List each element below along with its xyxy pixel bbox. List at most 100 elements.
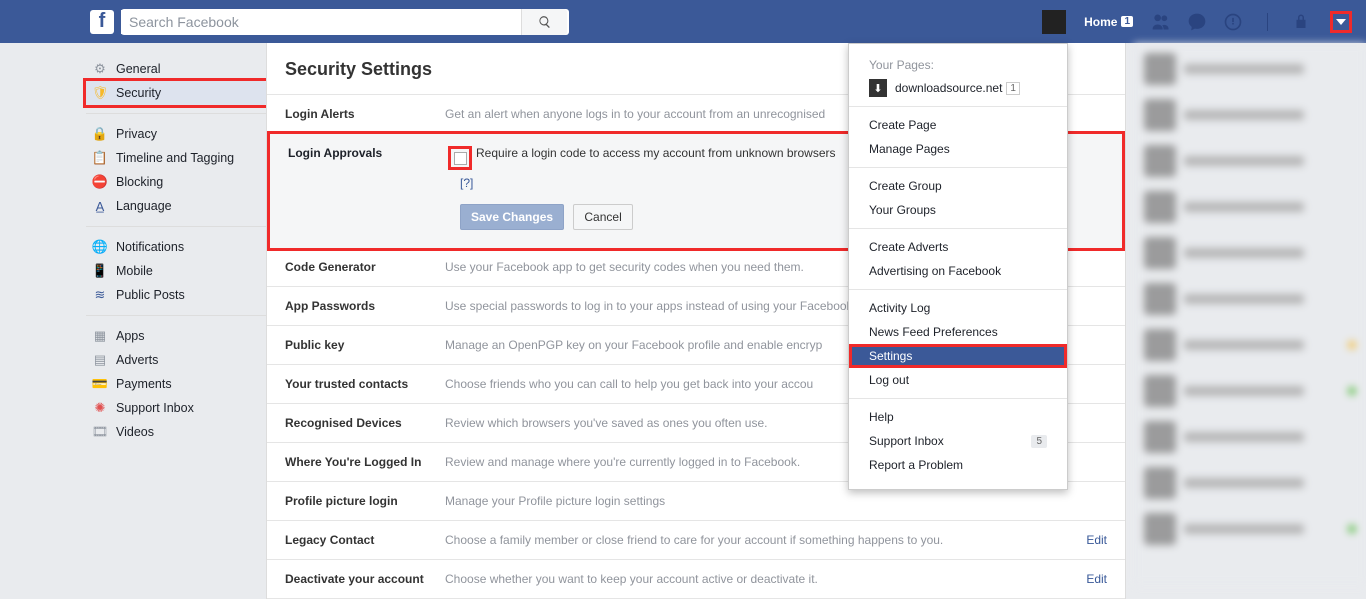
dd-help[interactable]: Help — [849, 405, 1067, 429]
notifications-icon[interactable] — [1223, 12, 1243, 32]
dd-create-adverts[interactable]: Create Adverts — [849, 235, 1067, 259]
dd-activity-log[interactable]: Activity Log — [849, 296, 1067, 320]
cancel-button[interactable]: Cancel — [573, 204, 632, 230]
lock-icon: 🔒 — [92, 126, 108, 142]
sidebar-item-label: Support Inbox — [116, 401, 194, 415]
sidebar-item-label: Timeline and Tagging — [116, 151, 234, 165]
row-deactivate[interactable]: Deactivate your account Choose whether y… — [267, 560, 1125, 599]
dd-news-feed-prefs[interactable]: News Feed Preferences — [849, 320, 1067, 344]
home-link[interactable]: Home 1 — [1084, 15, 1133, 29]
friends-icon[interactable] — [1151, 12, 1171, 32]
login-approvals-checkbox[interactable] — [454, 152, 467, 165]
gear-icon: ⚙ — [92, 61, 108, 77]
language-icon: A̲ — [92, 198, 108, 214]
caret-down-icon — [1336, 19, 1346, 25]
sidebar-item-label: Videos — [116, 425, 154, 439]
sidebar-item-mobile[interactable]: 📱 Mobile — [86, 259, 266, 283]
search-icon — [538, 15, 552, 29]
dd-settings[interactable]: Settings — [849, 344, 1067, 368]
sidebar-item-notifications[interactable]: 🌐Notifications — [86, 235, 266, 259]
sidebar-item-security[interactable]: 🛡 Security — [86, 81, 266, 105]
dd-your-groups[interactable]: Your Groups — [849, 198, 1067, 222]
dd-label: Support Inbox — [869, 434, 944, 448]
row-desc: Choose a family member or close friend t… — [445, 533, 1076, 547]
topbar: f Home 1 — [0, 0, 1366, 43]
search-button[interactable] — [521, 9, 567, 35]
home-label: Home — [1084, 15, 1117, 29]
edit-link[interactable]: Edit — [1086, 572, 1107, 586]
divider — [1267, 13, 1268, 31]
row-desc: Choose whether you want to keep your acc… — [445, 572, 1076, 586]
dropdown-page-item[interactable]: ⬇ downloadsource.net 1 — [849, 76, 1067, 100]
block-icon: ⛔ — [92, 174, 108, 190]
home-badge: 1 — [1121, 16, 1133, 27]
dd-support-inbox[interactable]: Support Inbox 5 — [849, 429, 1067, 453]
sidebar-item-label: Mobile — [116, 264, 153, 278]
sidebar-item-apps[interactable]: ▦ Apps — [86, 324, 266, 348]
sidebar-item-label: Adverts — [116, 353, 158, 367]
page-badge: 1 — [1006, 82, 1020, 95]
row-label: Code Generator — [285, 260, 445, 274]
chat-sidebar — [1134, 43, 1366, 585]
search-box — [121, 9, 569, 35]
row-desc: Manage your Profile picture login settin… — [445, 494, 1107, 508]
sidebar-item-label: General — [116, 62, 160, 76]
sidebar-item-label: Payments — [116, 377, 172, 391]
row-desc: Require a login code to access my accoun… — [476, 146, 836, 160]
page-name: downloadsource.net — [895, 81, 1002, 95]
rss-icon: ≋ — [92, 287, 108, 303]
sidebar-item-label: Blocking — [116, 175, 163, 189]
sidebar-item-adverts[interactable]: ▤ Adverts — [86, 348, 266, 372]
sidebar-item-label: Privacy — [116, 127, 157, 141]
sidebar-item-label: Apps — [116, 329, 145, 343]
checkbox-wrapper — [448, 146, 472, 170]
messages-icon[interactable] — [1187, 12, 1207, 32]
search-input[interactable] — [121, 10, 521, 34]
privacy-shortcuts-icon[interactable] — [1292, 13, 1310, 31]
sidebar-item-language[interactable]: A̲ Language — [86, 194, 266, 218]
row-label: Profile picture login — [285, 494, 445, 508]
sidebar-item-blocking[interactable]: ⛔ Blocking — [86, 170, 266, 194]
row-label: Login Approvals — [288, 146, 448, 160]
row-label: Your trusted contacts — [285, 377, 445, 391]
dd-log-out[interactable]: Log out — [849, 368, 1067, 392]
dd-report-problem[interactable]: Report a Problem — [849, 453, 1067, 477]
account-menu-toggle[interactable] — [1330, 11, 1352, 33]
mobile-icon: 📱 — [92, 263, 108, 279]
row-label: Public key — [285, 338, 445, 352]
payments-icon: 💳 — [92, 376, 108, 392]
dd-manage-pages[interactable]: Manage Pages — [849, 137, 1067, 161]
facebook-logo[interactable]: f — [90, 10, 114, 34]
dd-create-page[interactable]: Create Page — [849, 113, 1067, 137]
row-label: Login Alerts — [285, 107, 445, 121]
settings-sidebar: ⚙ General 🛡 Security 🔒 Privacy 📋 Timeline an… — [86, 43, 266, 599]
sidebar-item-timeline[interactable]: 📋 Timeline and Tagging — [86, 146, 266, 170]
page-icon: ⬇ — [869, 79, 887, 97]
support-icon: ✺ — [92, 400, 108, 416]
sidebar-item-videos[interactable]: 🎞Videos — [86, 420, 266, 444]
dd-create-group[interactable]: Create Group — [849, 174, 1067, 198]
account-dropdown: Your Pages: ⬇ downloadsource.net 1 Creat… — [848, 43, 1068, 490]
adverts-icon: ▤ — [92, 352, 108, 368]
shield-icon: 🛡 — [92, 85, 108, 101]
sidebar-item-privacy[interactable]: 🔒 Privacy — [86, 122, 266, 146]
edit-link[interactable]: Edit — [1086, 533, 1107, 547]
sidebar-item-label: Language — [116, 199, 172, 213]
apps-icon: ▦ — [92, 328, 108, 344]
row-label: Legacy Contact — [285, 533, 445, 547]
dd-advertising[interactable]: Advertising on Facebook — [849, 259, 1067, 283]
row-label: App Passwords — [285, 299, 445, 313]
row-label: Deactivate your account — [285, 572, 445, 586]
sidebar-item-support-inbox[interactable]: ✺ Support Inbox — [86, 396, 266, 420]
timeline-icon: 📋 — [92, 150, 108, 166]
save-button[interactable]: Save Changes — [460, 204, 564, 230]
row-label: Where You're Logged In — [285, 455, 445, 469]
sidebar-item-label: Notifications — [116, 240, 184, 254]
sidebar-item-payments[interactable]: 💳 Payments — [86, 372, 266, 396]
row-legacy-contact[interactable]: Legacy Contact Choose a family member or… — [267, 521, 1125, 560]
row-label: Recognised Devices — [285, 416, 445, 430]
sidebar-item-public-posts[interactable]: ≋Public Posts — [86, 283, 266, 307]
sidebar-item-label: Security — [116, 86, 161, 100]
dd-count-badge: 5 — [1031, 435, 1047, 448]
profile-avatar[interactable] — [1042, 10, 1066, 34]
